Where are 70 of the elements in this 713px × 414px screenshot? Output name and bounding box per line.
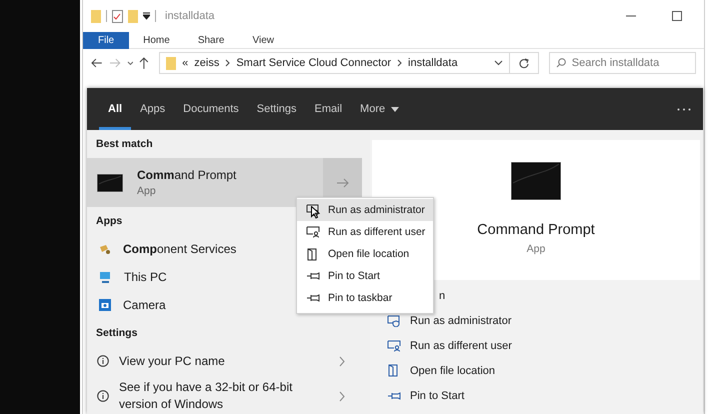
chevron-right-icon [397,59,402,67]
shield-window-icon [387,314,401,326]
pin-icon [387,390,401,400]
maximize-icon[interactable] [672,11,682,21]
app-name: Command Prompt [477,222,595,238]
context-menu-item[interactable]: Run as different user [297,221,433,243]
dropdown-caret-icon[interactable] [494,60,504,66]
terminal-icon [97,174,123,192]
arrow-right-icon [336,178,348,188]
action-link[interactable]: n [439,283,446,308]
file-menu-button[interactable]: File [83,32,130,48]
settings-result[interactable]: View your PC name [87,347,370,375]
pin-icon [306,293,320,303]
ribbon-tab[interactable]: Share [184,32,238,48]
action-link[interactable]: Run as different user [387,333,700,358]
file-location-icon [388,364,400,377]
breadcrumb[interactable]: installdata [408,57,458,69]
address-bar[interactable]: « zeiss Smart Service Cloud Connector installdata [159,52,510,74]
chevron-right-icon [339,390,345,402]
context-menu-item[interactable]: Open file location [297,243,433,265]
caret-down-icon [391,106,400,112]
breadcrumb[interactable]: Smart Service Cloud Connector [236,57,392,69]
context-menu-item[interactable]: Pin to taskbar [297,287,433,309]
user-window-icon [306,226,320,238]
section-heading: Settings [95,326,138,341]
ribbon-tab[interactable]: View [238,32,288,48]
best-match-item[interactable]: Command Prompt App [87,158,323,207]
search-icon [556,58,566,68]
folder-icon [166,56,176,70]
terminal-icon [511,162,561,200]
info-icon [97,355,109,367]
ribbon-tab[interactable]: Home [129,32,184,48]
shield-window-icon [306,204,320,216]
chevron-right-icon [339,356,345,366]
mouse-cursor-icon [311,206,320,219]
context-menu-item[interactable]: Run as administrator [297,199,433,221]
action-link[interactable]: Open file location [387,358,700,383]
search-filter-tab[interactable]: Settings [248,88,306,130]
up-arrow-icon[interactable] [139,57,150,69]
search-field[interactable]: Search installdata [548,52,696,74]
folder-icon [128,9,138,23]
recent-caret-icon[interactable] [126,60,134,66]
section-heading: Apps [95,214,122,229]
search-filter-tab[interactable]: Email [306,88,352,130]
camera-icon [99,299,111,311]
action-link[interactable]: Pin to Start [387,383,700,408]
chevron-right-icon [225,59,230,67]
file-location-icon [307,248,319,260]
back-arrow-icon[interactable] [91,58,103,68]
search-filter-tab[interactable]: Apps [131,88,174,130]
refresh-button[interactable] [509,52,539,74]
search-filter-tab[interactable]: More [351,88,408,130]
app-type: App [526,243,546,255]
pin-icon [306,271,320,281]
window-title: installdata [165,10,215,22]
more-options-icon[interactable] [677,108,691,110]
breadcrumb[interactable]: zeiss [194,57,220,69]
path-overflow[interactable]: « [182,57,188,69]
user-window-icon [387,340,401,352]
refresh-icon [518,58,529,68]
search-filter-tab[interactable]: Documents [174,88,248,130]
section-heading: Best match [95,137,153,152]
folder-icon [91,9,101,23]
quick-access-caret-icon [143,12,150,20]
context-menu-item[interactable]: Pin to Start [297,265,433,287]
action-link[interactable]: Run as administrator [387,308,700,333]
info-icon [97,390,109,402]
computer-icon [99,271,112,283]
settings-result[interactable]: See if you have a 32-bit or 64-bit version of Windows [87,375,370,414]
checklist-icon [112,10,123,22]
